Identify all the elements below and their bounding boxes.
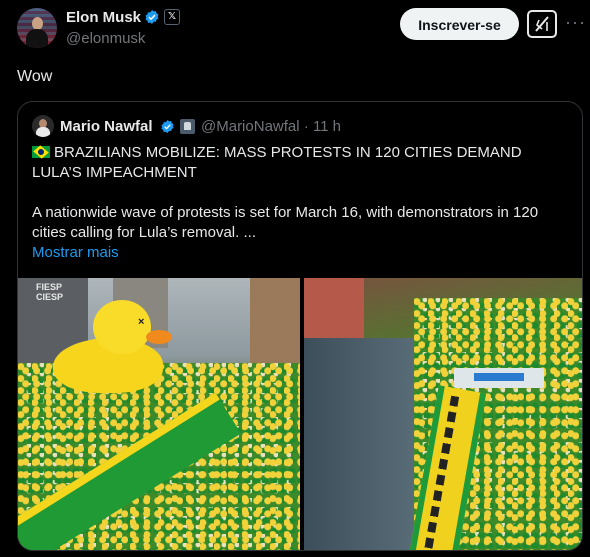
quote-body: A nationwide wave of protests is set for…: [32, 204, 539, 241]
show-more-link[interactable]: Mostrar mais: [32, 243, 572, 263]
quote-text: BRAZILIANS MOBILIZE: MASS PROTESTS IN 12…: [32, 143, 572, 263]
quote-separator: ·: [303, 118, 309, 135]
protest-photo-aerial[interactable]: [304, 278, 582, 550]
building-glass-facade: [304, 338, 414, 550]
quote-author-name[interactable]: Mario Nawfal: [60, 118, 153, 135]
building-red-roof: [304, 278, 364, 338]
quote-meta: @MarioNawfal · 11 h: [201, 118, 341, 135]
quote-verified-badge-icon: [161, 119, 174, 134]
avatar-suit: [26, 29, 48, 48]
more-options-icon[interactable]: ···: [565, 12, 586, 33]
quote-affiliation-icon: [180, 119, 195, 134]
author-name[interactable]: Elon Musk: [66, 9, 141, 26]
quote-avatar-body: [36, 127, 50, 137]
inflatable-duck-eye: ×: [138, 316, 145, 328]
quote-author-handle[interactable]: @MarioNawfal: [201, 118, 300, 135]
author-handle[interactable]: @elonmusk: [66, 30, 145, 47]
subscribe-button[interactable]: Inscrever-se: [400, 8, 519, 40]
quote-timestamp[interactable]: 11 h: [313, 118, 341, 135]
author-avatar[interactable]: [17, 8, 57, 48]
quoted-tweet-card[interactable]: Mario Nawfal @MarioNawfal · 11 h BRAZILI…: [17, 101, 583, 551]
verified-badge-icon: [145, 10, 159, 24]
sound-truck: [454, 368, 544, 388]
brazil-flag-icon: [32, 146, 50, 158]
quote-headline-text: BRAZILIANS MOBILIZE: MASS PROTESTS IN 12…: [32, 144, 522, 181]
grok-icon[interactable]: [527, 10, 557, 38]
x-affiliation-icon: 𝕏: [164, 9, 180, 25]
fiesp-sign: FIESP CIESP: [36, 282, 64, 302]
quote-headline: BRAZILIANS MOBILIZE: MASS PROTESTS IN 12…: [32, 143, 572, 183]
tweet-text: Wow: [17, 68, 53, 85]
protest-photo-duck[interactable]: FIESP CIESP ×: [18, 278, 300, 550]
quote-author-avatar[interactable]: [32, 115, 54, 137]
grok-glyph-icon: [535, 16, 549, 32]
inflatable-duck-beak: [146, 330, 172, 344]
building-right-tower: [250, 278, 300, 363]
